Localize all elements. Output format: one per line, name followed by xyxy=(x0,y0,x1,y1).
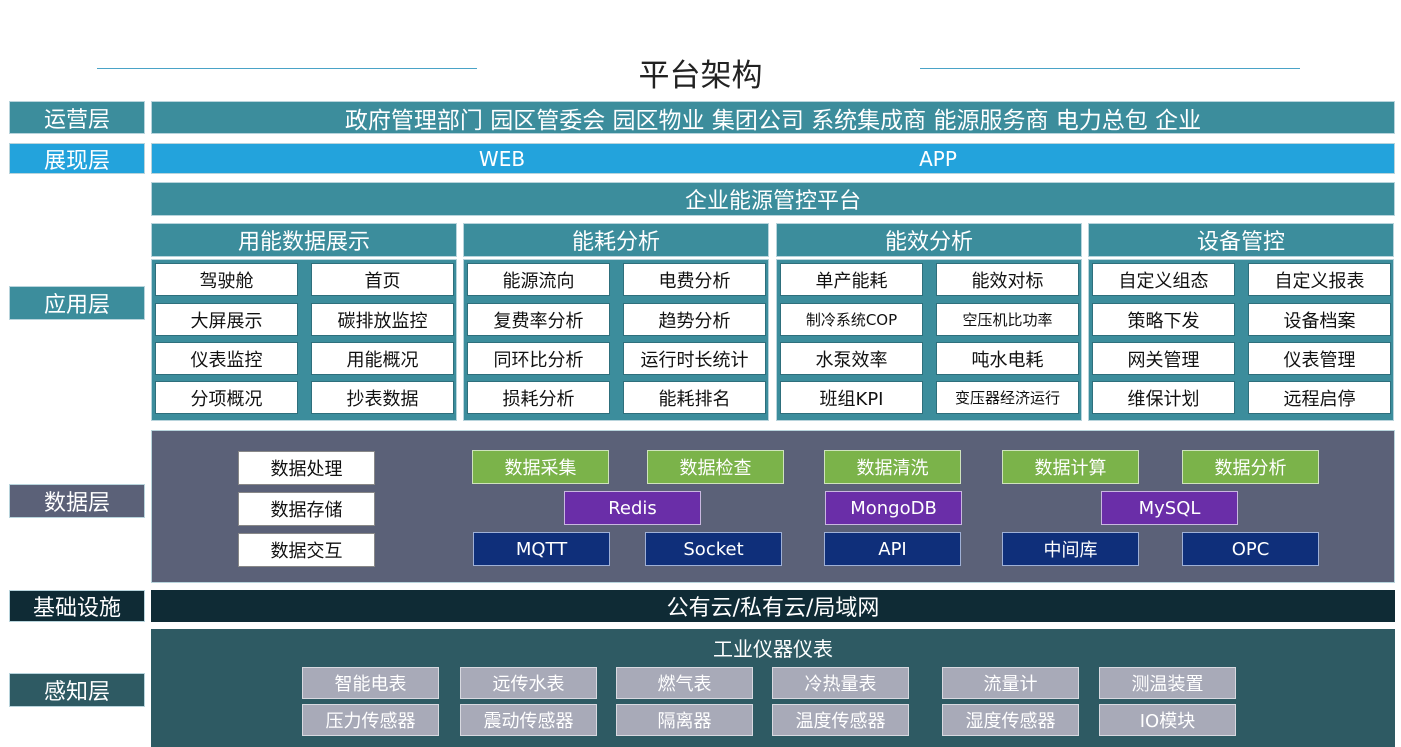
layer-label-perception: 感知层 xyxy=(9,673,145,707)
app-group-title-2: 能效分析 xyxy=(776,223,1082,257)
app-item[interactable]: 电费分析 xyxy=(623,263,766,296)
app-item[interactable]: 复费率分析 xyxy=(467,303,610,336)
perception-device[interactable]: 远传水表 xyxy=(460,667,597,699)
app-group-title-1: 能耗分析 xyxy=(463,223,769,257)
protocol-item[interactable]: 中间库 xyxy=(1002,532,1139,566)
page-title: 平台架构 xyxy=(638,57,763,94)
data-process-item[interactable]: 数据清洗 xyxy=(824,450,961,484)
app-item[interactable]: 能源流向 xyxy=(467,263,610,296)
app-item[interactable]: 能效对标 xyxy=(936,263,1079,296)
app-item[interactable]: 能耗排名 xyxy=(623,381,766,414)
app-item[interactable]: 设备档案 xyxy=(1248,303,1391,336)
app-item[interactable]: 大屏展示 xyxy=(155,303,298,336)
protocol-item[interactable]: API xyxy=(824,532,961,566)
presentation-bar: WEB APP xyxy=(151,143,1395,174)
presentation-app: APP xyxy=(919,146,957,171)
perception-device[interactable]: 流量计 xyxy=(942,667,1079,699)
database-item[interactable]: Redis xyxy=(564,491,701,525)
app-item[interactable]: 用能概况 xyxy=(311,342,454,375)
app-item[interactable]: 同环比分析 xyxy=(467,342,610,375)
app-item[interactable]: 仪表监控 xyxy=(155,342,298,375)
app-item[interactable]: 空压机比功率 xyxy=(936,303,1079,336)
app-group-title-3: 设备管控 xyxy=(1088,223,1394,257)
protocol-item[interactable]: Socket xyxy=(645,532,782,566)
perception-device[interactable]: 湿度传感器 xyxy=(942,704,1079,736)
app-item[interactable]: 网关管理 xyxy=(1092,342,1235,375)
infrastructure-bar: 公有云/私有云/局域网 xyxy=(151,590,1395,622)
protocol-item[interactable]: OPC xyxy=(1182,532,1319,566)
app-item[interactable]: 变压器经济运行 xyxy=(936,381,1079,414)
app-item[interactable]: 分项概况 xyxy=(155,381,298,414)
app-item[interactable]: 趋势分析 xyxy=(623,303,766,336)
app-item[interactable]: 运行时长统计 xyxy=(623,342,766,375)
perception-device[interactable]: 测温装置 xyxy=(1099,667,1236,699)
data-function-item[interactable]: 数据处理 xyxy=(238,451,375,485)
app-item[interactable]: 制冷系统COP xyxy=(780,303,923,336)
data-function-item[interactable]: 数据交互 xyxy=(238,533,375,567)
presentation-web: WEB xyxy=(478,146,526,171)
layer-label-application: 应用层 xyxy=(9,286,145,320)
layer-label-infrastructure: 基础设施 xyxy=(9,590,145,622)
app-item[interactable]: 首页 xyxy=(311,263,454,296)
data-process-item[interactable]: 数据采集 xyxy=(472,450,609,484)
app-item[interactable]: 自定义报表 xyxy=(1248,263,1391,296)
app-item[interactable]: 策略下发 xyxy=(1092,303,1235,336)
app-item[interactable]: 水泵效率 xyxy=(780,342,923,375)
layer-label-operation: 运营层 xyxy=(9,101,145,134)
layer-label-presentation: 展现层 xyxy=(9,143,145,174)
operation-bar: 政府管理部门 园区管委会 园区物业 集团公司 系统集成商 能源服务商 电力总包 … xyxy=(151,101,1395,134)
app-item[interactable]: 损耗分析 xyxy=(467,381,610,414)
data-process-item[interactable]: 数据分析 xyxy=(1182,450,1319,484)
perception-device[interactable]: 震动传感器 xyxy=(460,704,597,736)
data-process-item[interactable]: 数据计算 xyxy=(1002,450,1139,484)
layer-label-data: 数据层 xyxy=(9,484,145,518)
app-item[interactable]: 班组KPI xyxy=(780,381,923,414)
app-item[interactable]: 自定义组态 xyxy=(1092,263,1235,296)
app-item[interactable]: 碳排放监控 xyxy=(311,303,454,336)
platform-bar: 企业能源管控平台 xyxy=(151,182,1395,216)
app-item[interactable]: 单产能耗 xyxy=(780,263,923,296)
data-function-item[interactable]: 数据存储 xyxy=(238,492,375,526)
perception-device[interactable]: IO模块 xyxy=(1099,704,1236,736)
protocol-item[interactable]: MQTT xyxy=(473,532,610,566)
app-item[interactable]: 驾驶舱 xyxy=(155,263,298,296)
perception-title: 工业仪器仪表 xyxy=(713,636,833,661)
app-item[interactable]: 抄表数据 xyxy=(311,381,454,414)
app-item[interactable]: 远程启停 xyxy=(1248,381,1391,414)
perception-device[interactable]: 温度传感器 xyxy=(772,704,909,736)
perception-device[interactable]: 冷热量表 xyxy=(772,667,909,699)
app-item[interactable]: 维保计划 xyxy=(1092,381,1235,414)
perception-device[interactable]: 隔离器 xyxy=(616,704,753,736)
perception-device[interactable]: 燃气表 xyxy=(616,667,753,699)
database-item[interactable]: MongoDB xyxy=(825,491,962,525)
database-item[interactable]: MySQL xyxy=(1101,491,1238,525)
perception-device[interactable]: 智能电表 xyxy=(302,667,439,699)
app-group-title-0: 用能数据展示 xyxy=(151,223,457,257)
data-process-item[interactable]: 数据检查 xyxy=(647,450,784,484)
perception-device[interactable]: 压力传感器 xyxy=(302,704,439,736)
app-item[interactable]: 吨水电耗 xyxy=(936,342,1079,375)
app-item[interactable]: 仪表管理 xyxy=(1248,342,1391,375)
